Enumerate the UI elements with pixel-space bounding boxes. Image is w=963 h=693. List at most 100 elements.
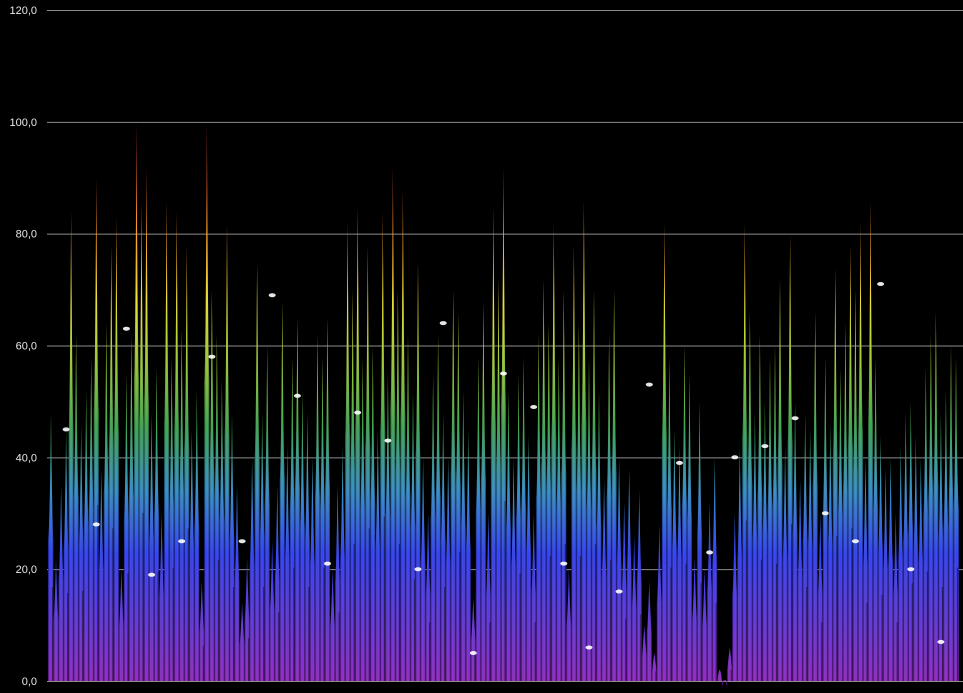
spike-shading: [325, 317, 330, 681]
spike-shading: [174, 211, 180, 682]
spike-shading: [933, 311, 939, 681]
highlight-marker: [706, 550, 714, 555]
spike-shading: [842, 323, 848, 681]
spike-shading: [249, 457, 255, 681]
spike-shading: [164, 200, 170, 681]
spike-shading: [671, 429, 677, 681]
highlight-marker: [530, 405, 538, 409]
highlight-marker: [645, 382, 653, 387]
y-tick-label: 120,0: [9, 5, 37, 17]
spike-shading: [928, 334, 934, 681]
spike-shading: [707, 502, 713, 681]
spike-shading: [601, 479, 607, 681]
spike-shading: [737, 446, 743, 681]
y-axis-ticks: 0,0 20,0 40,0 60,0 80,0 100,0 120,0: [9, 5, 37, 688]
highlight-marker: [414, 567, 422, 572]
spike-shading: [953, 356, 959, 681]
spike-shading: [692, 558, 698, 681]
spike-shading: [445, 457, 451, 681]
highlight-marker: [354, 410, 362, 415]
highlight-marker: [293, 393, 301, 398]
highlight-marker: [62, 427, 70, 432]
highlight-marker: [268, 293, 276, 298]
spike-shading: [103, 323, 109, 681]
spike-shading: [480, 300, 486, 681]
spike-shading: [219, 379, 225, 681]
spike-shading: [345, 222, 351, 681]
spike-shading: [646, 580, 652, 681]
highlight-marker: [615, 589, 623, 594]
spike-shading: [566, 569, 572, 681]
spike-shading: [656, 524, 662, 681]
spike-shading: [717, 669, 723, 683]
spike-shading: [837, 367, 843, 681]
spike-shading: [782, 446, 788, 681]
highlight-marker: [148, 572, 156, 577]
spike-shading: [88, 356, 94, 681]
spike-shading: [913, 435, 919, 681]
spike-shading: [807, 429, 813, 681]
highlight-marker: [877, 282, 885, 286]
spike-shading: [405, 334, 411, 681]
spike-shading: [204, 121, 210, 682]
spike-shading: [475, 356, 481, 681]
spike-shading: [626, 468, 632, 681]
spike-shading: [556, 356, 562, 681]
spike-shading: [903, 412, 909, 681]
spike-shading: [415, 261, 421, 681]
spike-shading: [661, 222, 667, 681]
spike-shading: [355, 205, 361, 681]
spike-shading: [159, 513, 165, 681]
spike-shading: [294, 317, 300, 681]
spike-shading: [179, 328, 185, 681]
highlight-marker: [208, 354, 216, 359]
spike-shading: [460, 390, 466, 681]
spike-shading: [73, 334, 79, 681]
spike-shading: [596, 390, 602, 681]
spike-shading: [536, 334, 542, 681]
spike-shading: [375, 429, 381, 681]
spike-shading: [732, 513, 738, 681]
highlight-marker: [439, 321, 447, 326]
spike-shading: [611, 289, 617, 681]
spike-shading: [309, 457, 315, 681]
spike-shading: [586, 356, 592, 681]
highlight-marker: [761, 444, 769, 449]
spike-shading: [752, 412, 758, 681]
highlight-marker: [469, 651, 477, 655]
highlight-marker: [238, 539, 246, 544]
highlight-marker: [937, 639, 945, 644]
spike-shading: [797, 479, 803, 681]
spike-shading: [868, 200, 873, 681]
spike-shading: [83, 390, 89, 681]
spike-shading: [360, 356, 366, 681]
spike-shading: [526, 435, 532, 681]
spike-shading: [340, 446, 346, 681]
spike-shading: [490, 205, 496, 681]
spike-shading: [224, 222, 230, 681]
highlight-marker: [500, 371, 507, 376]
spike-shading: [113, 216, 119, 681]
spike-shading: [898, 446, 904, 681]
highlight-marker: [731, 455, 739, 460]
spike-shading: [269, 541, 275, 681]
spike-shading: [883, 468, 889, 681]
spike-shading: [53, 558, 59, 681]
highlight-marker: [851, 539, 859, 544]
spike-shading: [777, 278, 783, 681]
spike-shading: [315, 334, 320, 681]
spike-shading: [943, 390, 949, 681]
spike-shading: [506, 390, 511, 681]
y-tick-label: 80,0: [16, 229, 37, 241]
spike-shading: [134, 121, 139, 682]
spike-shading: [194, 390, 200, 681]
highlight-marker: [384, 438, 392, 443]
highlight-marker: [676, 460, 683, 465]
spike-shading: [400, 188, 406, 681]
area-chart: 0,0 20,0 40,0 60,0 80,0 100,0 120,0: [9, 5, 963, 689]
highlight-marker: [585, 645, 593, 650]
spike-shading: [792, 401, 798, 681]
spike-shading: [827, 423, 833, 681]
spike-shading: [551, 222, 557, 681]
spike-shading: [118, 569, 124, 681]
